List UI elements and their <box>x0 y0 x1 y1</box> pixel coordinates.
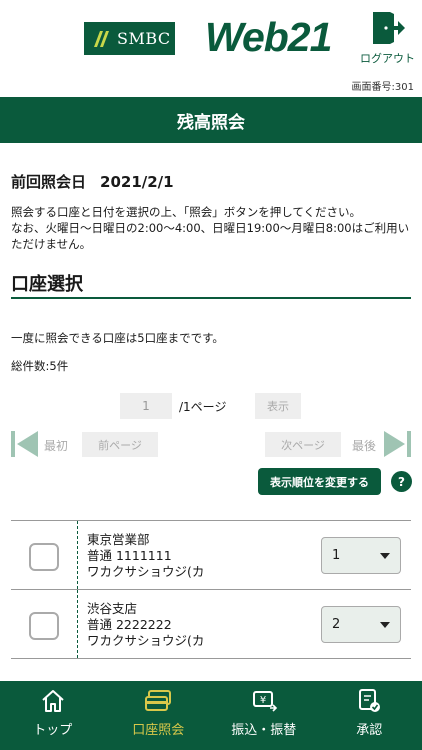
prev-page-button[interactable]: 前ページ <box>82 432 158 457</box>
transfer-icon: ¥ <box>252 691 277 712</box>
pagination: 最初 前ページ 次ページ 最後 <box>0 430 422 458</box>
page-selector: /1ページ 表示 <box>0 393 422 419</box>
order-select[interactable]: 1 <box>321 537 401 574</box>
account-row: 東京営業部 普通 1111111 ワカクサショウジ(カ 1 <box>11 521 411 590</box>
next-page-button[interactable]: 次ページ <box>265 432 341 457</box>
help-button[interactable]: ? <box>391 471 412 492</box>
screen-number-label: 画面番号: <box>351 82 395 93</box>
last-inquiry-date: 前回照会日 2021/2/1 <box>11 171 188 192</box>
chevron-down-icon <box>380 553 390 559</box>
last-page-label[interactable]: 最後 <box>352 437 376 454</box>
card-icon <box>145 690 172 711</box>
web21-logo: Web21 <box>205 14 332 60</box>
logout-label: ログアウト <box>360 52 415 65</box>
show-page-button[interactable]: 表示 <box>255 393 301 419</box>
page-number-input[interactable] <box>120 393 172 419</box>
tab-label: 振込・振替 <box>231 723 297 738</box>
section-divider <box>11 297 411 299</box>
logout-button[interactable]: ログアウト <box>360 10 415 66</box>
logout-icon <box>372 12 405 44</box>
account-branch: 渋谷支店 <box>87 601 138 616</box>
tab-transfer[interactable]: ¥ 振込・振替 <box>211 681 317 750</box>
tab-account-inquiry[interactable]: 口座照会 <box>106 681 212 750</box>
notice-line-2: なお、火曜日〜日曜日の2:00〜4:00、日曜日19:00〜月曜日8:00はご利… <box>11 221 410 251</box>
account-info: 東京営業部 普通 1111111 ワカクサショウジ(カ <box>87 532 204 580</box>
account-holder: ワカクサショウジ(カ <box>87 564 205 579</box>
account-number: 普通 2222222 <box>87 617 172 632</box>
order-select[interactable]: 2 <box>321 606 401 643</box>
app-header: SMBC Web21 ログアウト 画面番号:301 <box>0 0 422 97</box>
account-checkbox[interactable] <box>29 612 59 640</box>
last-inquiry-label: 前回照会日 <box>11 173 87 191</box>
bottom-tab-bar: トップ 口座照会 ¥ 振込・振替 承認 <box>0 681 422 750</box>
account-checkbox[interactable] <box>29 543 59 571</box>
total-count-text: 総件数:5件 <box>11 359 69 373</box>
tab-top[interactable]: トップ <box>0 681 106 750</box>
approval-icon <box>359 689 381 712</box>
page-title: 残高照会 <box>0 97 422 143</box>
smbc-mark-icon <box>92 29 110 49</box>
account-number: 普通 1111111 <box>87 548 172 563</box>
account-branch: 東京営業部 <box>87 532 150 547</box>
home-icon <box>42 690 64 712</box>
notice-text: 照会する口座と日付を選択の上、「照会」ボタンを押してください。 なお、火曜日〜日… <box>11 204 416 252</box>
smbc-logo: SMBC <box>84 22 175 55</box>
last-page-icon[interactable] <box>383 430 411 458</box>
tab-label: トップ <box>33 723 73 738</box>
screen-number: 画面番号:301 <box>352 78 414 93</box>
first-page-label[interactable]: 最初 <box>44 437 68 454</box>
chevron-down-icon <box>380 622 390 628</box>
tab-label: 口座照会 <box>132 723 185 738</box>
order-value: 2 <box>332 617 341 632</box>
page-total: /1ページ <box>179 400 227 414</box>
screen-number-value: 301 <box>394 82 414 93</box>
svg-text:¥: ¥ <box>260 695 266 706</box>
account-list: 東京営業部 普通 1111111 ワカクサショウジ(カ 1 渋谷支店 普通 22… <box>11 520 411 659</box>
first-page-icon[interactable] <box>11 430 39 458</box>
account-holder: ワカクサショウジ(カ <box>87 633 205 648</box>
account-info: 渋谷支店 普通 2222222 ワカクサショウジ(カ <box>87 601 204 649</box>
smbc-logo-text: SMBC <box>117 29 171 48</box>
account-limit-text: 一度に照会できる口座は5口座までです。 <box>11 331 224 345</box>
notice-line-1: 照会する口座と日付を選択の上、「照会」ボタンを押してください。 <box>11 205 362 219</box>
section-title: 口座選択 <box>11 274 83 295</box>
order-value: 1 <box>332 548 341 563</box>
tab-label: 承認 <box>356 723 383 738</box>
account-row: 渋谷支店 普通 2222222 ワカクサショウジ(カ 2 <box>11 590 411 659</box>
tab-approval[interactable]: 承認 <box>317 681 422 750</box>
last-inquiry-value: 2021/2/1 <box>100 173 174 191</box>
checkbox-cell <box>11 590 78 658</box>
checkbox-cell <box>11 521 78 589</box>
change-order-button[interactable]: 表示順位を変更する <box>258 468 381 495</box>
